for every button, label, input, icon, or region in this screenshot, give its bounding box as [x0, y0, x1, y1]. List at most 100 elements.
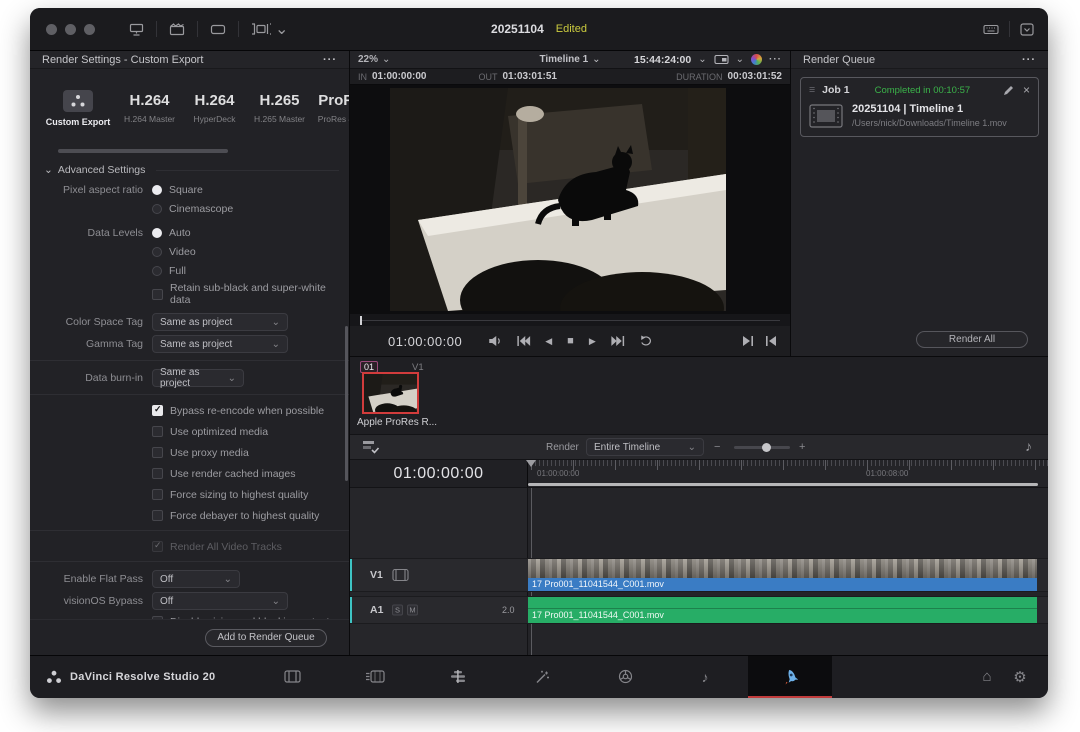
solo-button[interactable]: S	[392, 605, 403, 616]
enable-flat-pass-dropdown[interactable]: Off	[152, 570, 240, 588]
chevron-down-icon[interactable]	[736, 54, 744, 65]
checkbox-force-debayer[interactable]	[152, 510, 163, 521]
page-deliver-button[interactable]	[770, 656, 810, 697]
go-to-start-button[interactable]	[517, 336, 530, 346]
page-fusion-button[interactable]	[522, 656, 562, 697]
in-out-bar: IN 01:00:00:00 OUT 01:03:01:51 DURATION …	[350, 69, 790, 85]
close-window-button[interactable]	[46, 24, 57, 35]
checkbox-retain-subblack[interactable]	[152, 289, 163, 300]
duration-label: DURATION	[676, 72, 722, 82]
clip-thumbnail[interactable]	[362, 372, 419, 414]
presentation-mode-icon[interactable]	[117, 23, 156, 36]
chevron-down-icon	[224, 574, 232, 585]
play-button[interactable]	[589, 336, 596, 347]
window-controls	[46, 24, 95, 35]
scrub-playhead[interactable]	[360, 316, 362, 325]
go-to-end-button[interactable]	[611, 336, 624, 346]
job-clip-thumbnail-icon	[809, 104, 843, 128]
edited-badge: Edited	[556, 23, 587, 35]
checkbox-disable-sizing-blanking[interactable]	[152, 616, 163, 619]
timeline-scrollbar[interactable]	[528, 483, 1038, 486]
timeline-ruler[interactable]: 01:00:00:00 01:00:08:00	[528, 460, 1048, 487]
timeline-playhead[interactable]	[526, 460, 536, 467]
radio-auto[interactable]	[152, 228, 162, 238]
radio-video[interactable]	[152, 247, 162, 257]
audio-waveform-toggle-icon[interactable]	[1025, 438, 1032, 456]
visionos-bypass-dropdown[interactable]: Off	[152, 592, 288, 610]
viewer-zoom-dropdown[interactable]: 22%	[358, 54, 390, 65]
render-job-card[interactable]: Job 1 Completed in 00:10:57	[800, 77, 1039, 137]
edit-job-icon[interactable]	[1003, 85, 1014, 96]
chevron-down-icon[interactable]	[275, 19, 288, 39]
audio-clip[interactable]: 17 Pro001_11041544_C001.mov	[528, 597, 1037, 623]
dual-viewer-icon[interactable]	[714, 54, 729, 65]
timeline-selector-dropdown[interactable]: Timeline 1	[539, 54, 600, 65]
keyboard-icon[interactable]	[983, 24, 999, 35]
loop-playback-button[interactable]	[639, 335, 652, 347]
play-to-out-icon[interactable]	[743, 336, 753, 346]
chevron-down-icon	[228, 373, 236, 384]
page-cut-button[interactable]	[355, 656, 395, 697]
mute-button[interactable]: M	[407, 605, 418, 616]
page-media-button[interactable]	[272, 656, 312, 697]
gamma-tag-dropdown[interactable]: Same as project	[152, 335, 288, 353]
radio-full[interactable]	[152, 266, 162, 276]
checkbox-use-proxy-media[interactable]	[152, 447, 163, 458]
chevron-down-icon[interactable]	[698, 54, 706, 65]
zoom-window-button[interactable]	[84, 24, 95, 35]
timeline-options-icon[interactable]	[362, 440, 380, 454]
mute-audio-icon[interactable]	[488, 335, 502, 347]
data-burn-in-dropdown[interactable]: Same as project	[152, 369, 244, 387]
media-pool-toggle-icon[interactable]	[157, 23, 197, 36]
render-all-button[interactable]: Render All	[916, 331, 1028, 348]
checkbox-use-optimized-media[interactable]	[152, 426, 163, 437]
checkbox-bypass-reencode[interactable]	[152, 405, 163, 416]
zoom-slider-knob[interactable]	[762, 443, 771, 452]
checkbox-force-sizing[interactable]	[152, 489, 163, 500]
color-viewer-icon[interactable]	[751, 54, 762, 65]
radio-square[interactable]	[152, 185, 162, 195]
drag-handle-icon[interactable]	[809, 84, 815, 96]
collapse-window-icon[interactable]	[1020, 23, 1034, 36]
zoom-out-button[interactable]	[714, 441, 720, 453]
viewer-layout-icon[interactable]	[239, 19, 300, 39]
page-navigation-bar: DaVinci Resolve Studio 20	[30, 655, 1048, 698]
preset-h264-master[interactable]: H.264 H.264 Master	[118, 92, 181, 124]
panel-toggle-icon[interactable]	[198, 24, 238, 35]
panel-options-icon[interactable]	[323, 54, 337, 66]
checkbox-use-render-cached[interactable]	[152, 468, 163, 479]
job-timeline-title: 20251104 | Timeline 1	[852, 103, 1007, 115]
color-space-tag-dropdown[interactable]: Same as project	[152, 313, 288, 331]
play-from-in-icon[interactable]	[766, 336, 776, 346]
preset-prores[interactable]: ProRes ProRes 422 H	[313, 92, 349, 124]
page-fairlight-button[interactable]	[685, 656, 725, 697]
clip-codec-caption: Apple ProRes R...	[357, 417, 437, 428]
video-clip[interactable]: 17 Pro001_11041544_C001.mov	[528, 559, 1037, 591]
duration-timecode: 00:03:01:52	[728, 71, 782, 82]
settings-scrollbar[interactable]	[345, 326, 348, 481]
page-edit-button[interactable]	[438, 656, 478, 697]
advanced-settings-header[interactable]: Advanced Settings	[30, 162, 349, 182]
minimize-window-button[interactable]	[65, 24, 76, 35]
project-settings-button[interactable]	[1000, 656, 1040, 697]
preset-custom-export[interactable]: Custom Export	[40, 90, 116, 127]
delete-job-icon[interactable]	[1023, 83, 1030, 97]
track-type-film-icon[interactable]	[392, 569, 409, 582]
stop-button[interactable]	[567, 335, 574, 347]
preset-hyperdeck[interactable]: H.264 HyperDeck	[183, 92, 246, 124]
render-queue-title: Render Queue	[803, 54, 875, 66]
step-back-button[interactable]	[545, 336, 552, 347]
queue-options-icon[interactable]	[1022, 54, 1036, 66]
add-to-render-queue-button[interactable]: Add to Render Queue	[205, 629, 327, 647]
viewer-options-icon[interactable]	[769, 54, 782, 65]
render-scope-dropdown[interactable]: Entire Timeline	[586, 438, 704, 456]
preset-h265-master[interactable]: H.265 H.265 Master	[248, 92, 311, 124]
chevron-down-icon	[272, 339, 280, 350]
viewer-scrub-bar[interactable]	[350, 314, 790, 326]
playhead-timecode: 01:00:00:00	[388, 334, 462, 349]
radio-cinemascope[interactable]	[152, 204, 162, 214]
timeline-tracks: V1 17 Pro001_11041544_C001.mov	[350, 488, 1048, 655]
zoom-in-button[interactable]	[799, 441, 805, 453]
presets-scrollbar[interactable]	[58, 149, 228, 153]
page-color-button[interactable]	[605, 656, 645, 697]
